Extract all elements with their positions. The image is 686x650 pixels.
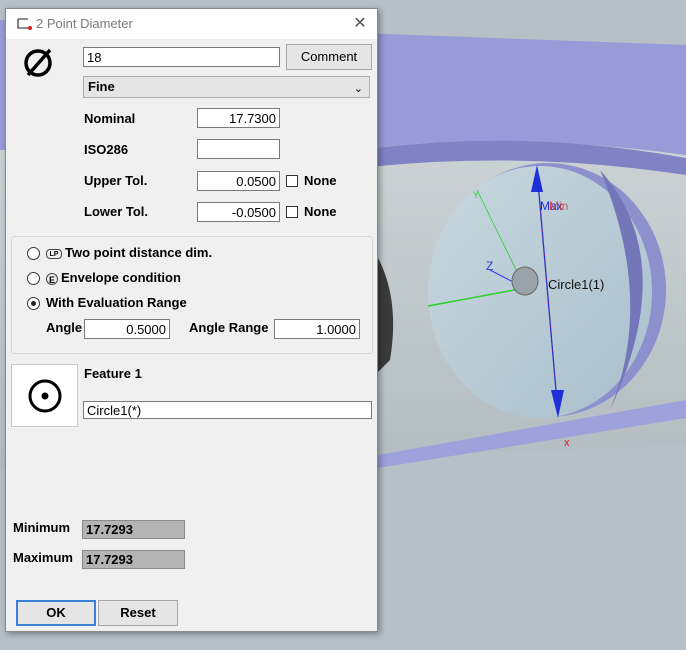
feature-icon-box [11, 364, 78, 427]
two-point-radio[interactable] [27, 247, 40, 260]
chevron-down-icon: ⌄ [353, 83, 363, 95]
min-label: Min [549, 199, 568, 213]
nominal-label: Nominal [84, 111, 136, 126]
reset-button[interactable]: Reset [98, 600, 178, 626]
envelope-radio[interactable] [27, 272, 40, 285]
y-axis-label: Y [473, 190, 479, 200]
comment-button[interactable]: Comment [286, 44, 372, 70]
lp-modifier-icon: LP [46, 248, 62, 259]
angle-label: Angle [46, 320, 83, 335]
iso286-input[interactable] [197, 139, 280, 159]
upper-tol-label: Upper Tol. [84, 173, 148, 188]
title-bar[interactable]: 2 Point Diameter ✕ [6, 9, 377, 39]
dialog-app-icon [17, 18, 32, 30]
lower-tol-none-label: None [304, 204, 337, 219]
circle-label: Circle1(1) [548, 277, 604, 292]
x-axis-label: x [564, 437, 570, 449]
dialog-title: 2 Point Diameter [36, 16, 133, 31]
envelope-modifier-icon: E [46, 272, 58, 285]
envelope-option[interactable]: E Envelope condition [46, 270, 181, 285]
maximum-value: 17.7293 [82, 550, 185, 569]
envelope-label: Envelope condition [61, 270, 181, 285]
z-axis-label: Z [486, 259, 493, 273]
grade-select-value: Fine [88, 79, 115, 94]
diameter-icon [24, 48, 52, 77]
dimension-name-input[interactable] [83, 47, 280, 67]
circle-feature-icon [28, 379, 62, 413]
lower-tol-input[interactable] [197, 202, 280, 222]
center-pin [511, 266, 539, 296]
lower-tol-label: Lower Tol. [84, 204, 149, 219]
upper-tol-none-checkbox[interactable] [286, 175, 298, 187]
feature-input[interactable] [83, 401, 372, 419]
angle-range-input[interactable] [274, 319, 360, 339]
lower-tol-none-checkbox[interactable] [286, 206, 298, 218]
maximum-label: Maximum [13, 550, 73, 565]
grade-select[interactable]: Fine ⌄ [83, 76, 370, 98]
minimum-value: 17.7293 [82, 520, 185, 539]
two-point-label: Two point distance dim. [65, 245, 213, 260]
angle-range-label: Angle Range [189, 320, 269, 335]
minimum-label: Minimum [13, 520, 71, 535]
upper-tol-none-label: None [304, 173, 337, 188]
evaluation-range-label[interactable]: With Evaluation Range [46, 295, 187, 310]
iso286-label: ISO286 [84, 142, 129, 157]
evaluation-range-radio[interactable] [27, 297, 40, 310]
two-point-diameter-dialog: 2 Point Diameter ✕ Comment Fine ⌄ Nomina… [5, 8, 378, 632]
upper-tol-input[interactable] [197, 171, 280, 191]
feature-label: Feature 1 [84, 366, 142, 381]
angle-input[interactable] [84, 319, 170, 339]
close-icon: ✕ [353, 15, 367, 32]
nominal-input[interactable] [197, 108, 280, 128]
ok-button[interactable]: OK [16, 600, 96, 626]
close-button[interactable]: ✕ [349, 13, 371, 35]
two-point-option[interactable]: LP Two point distance dim. [46, 245, 212, 260]
